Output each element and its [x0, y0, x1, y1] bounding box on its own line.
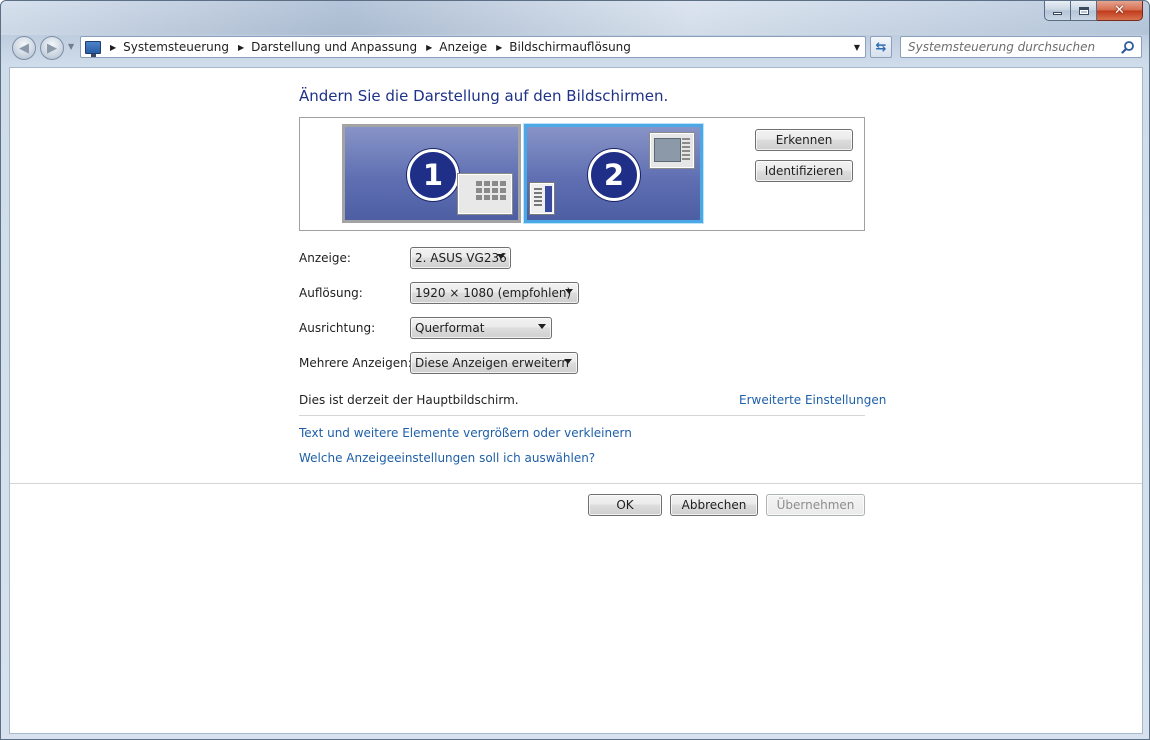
window-thumbnail-icon: [650, 133, 694, 168]
minimize-icon: [1053, 12, 1062, 15]
maximize-icon: [1078, 6, 1089, 15]
multiple-displays-select[interactable]: Diese Anzeigen erweitern: [410, 352, 578, 374]
window: ✕ ◀ ▶ ▼ ▶ Systemsteuerung ▶ Darstellung …: [0, 0, 1150, 740]
orientation-select[interactable]: Querformat: [410, 317, 552, 339]
chevron-down-icon: [538, 324, 546, 329]
primary-display-status: Dies ist derzeit der Hauptbildschirm.: [299, 393, 519, 407]
forward-button[interactable]: ▶: [40, 36, 64, 60]
address-dropdown-icon[interactable]: ▼: [854, 43, 860, 52]
back-button[interactable]: ◀: [12, 36, 36, 60]
back-arrow-icon: ◀: [19, 40, 29, 56]
multiple-displays-select-value: Diese Anzeigen erweitern: [415, 356, 569, 370]
breadcrumb-darstellung[interactable]: Darstellung und Anpassung: [251, 40, 417, 54]
breadcrumb-anzeige[interactable]: Anzeige: [439, 40, 487, 54]
window-thumbnail-icon: [458, 174, 512, 214]
resolution-label: Auflösung:: [299, 286, 363, 300]
breadcrumb-separator-icon[interactable]: ▶: [496, 43, 502, 52]
breadcrumb-separator-icon[interactable]: ▶: [238, 43, 244, 52]
monitor-arrangement-panel: 1 2 Erkennen Identifizieren: [299, 117, 865, 231]
orientation-label: Ausrichtung:: [299, 321, 376, 335]
search-input[interactable]: [908, 38, 1118, 56]
orientation-select-value: Querformat: [415, 321, 485, 335]
resolution-select[interactable]: 1920 × 1080 (empfohlen): [410, 282, 579, 304]
display-settings-help-link[interactable]: Welche Anzeigeeinstellungen soll ich aus…: [299, 451, 595, 465]
ok-button[interactable]: OK: [588, 494, 662, 516]
search-icon[interactable]: [1121, 40, 1135, 54]
apply-button[interactable]: Übernehmen: [766, 494, 865, 516]
chevron-down-icon: [564, 359, 572, 364]
display-select-value: 2. ASUS VG236: [415, 251, 507, 265]
resolution-select-value: 1920 × 1080 (empfohlen): [415, 286, 572, 300]
footer-divider: [10, 483, 1142, 484]
chevron-down-icon: [497, 254, 505, 259]
chevron-down-icon: [565, 289, 573, 294]
page-title: Ändern Sie die Darstellung auf den Bilds…: [299, 87, 669, 105]
refresh-button[interactable]: ⇆: [870, 36, 892, 58]
control-panel-icon: [85, 40, 101, 57]
search-box[interactable]: [900, 36, 1142, 58]
caption-buttons: ✕: [1044, 1, 1143, 21]
monitor-number: 1: [407, 149, 459, 201]
breadcrumb-separator-icon[interactable]: ▶: [110, 43, 116, 52]
maximize-button[interactable]: [1071, 1, 1097, 21]
minimize-button[interactable]: [1044, 1, 1071, 21]
divider: [299, 415, 865, 416]
title-bar[interactable]: [1, 1, 1149, 35]
recent-pages-dropdown-icon[interactable]: ▼: [68, 42, 74, 51]
identify-button[interactable]: Identifizieren: [755, 160, 853, 182]
breadcrumb-bildschirmaufloesung[interactable]: Bildschirmauflösung: [509, 40, 631, 54]
window-thumbnail-icon: [530, 183, 554, 214]
advanced-settings-link[interactable]: Erweiterte Einstellungen: [739, 393, 886, 407]
monitor-number: 2: [588, 149, 640, 201]
display-select[interactable]: 2. ASUS VG236: [410, 247, 511, 269]
display-label: Anzeige:: [299, 251, 351, 265]
cancel-button[interactable]: Abbrechen: [670, 494, 758, 516]
close-icon: ✕: [1114, 3, 1125, 18]
address-bar[interactable]: ▶ Systemsteuerung ▶ Darstellung und Anpa…: [80, 36, 866, 58]
breadcrumb-systemsteuerung[interactable]: Systemsteuerung: [123, 40, 229, 54]
breadcrumb-separator-icon[interactable]: ▶: [426, 43, 432, 52]
multiple-displays-label: Mehrere Anzeigen:: [299, 356, 412, 370]
close-button[interactable]: ✕: [1097, 1, 1143, 21]
refresh-icon: ⇆: [875, 39, 887, 55]
detect-button[interactable]: Erkennen: [755, 129, 853, 151]
text-size-link[interactable]: Text und weitere Elemente vergrößern ode…: [299, 426, 632, 440]
content-pane: Ändern Sie die Darstellung auf den Bilds…: [9, 67, 1143, 734]
forward-arrow-icon: ▶: [47, 40, 57, 56]
monitor-1[interactable]: 1: [342, 124, 521, 223]
monitor-2[interactable]: 2: [524, 124, 703, 223]
